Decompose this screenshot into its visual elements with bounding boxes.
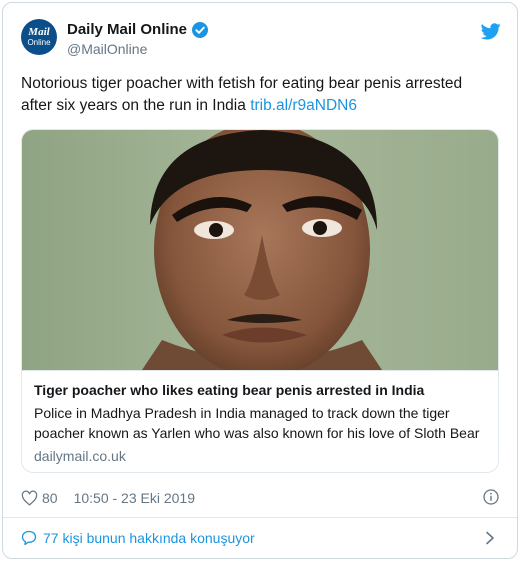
heart-icon[interactable] — [21, 490, 38, 507]
conversation-link[interactable]: 77 kişi bunun hakkında konuşuyor — [21, 527, 501, 549]
tweet-embed: Mail Online Daily Mail Online @MailOnlin… — [2, 2, 518, 559]
tweet-link[interactable]: trib.al/r9aNDN6 — [250, 97, 357, 114]
tweet-meta: 80 10:50 - 23 Eki 2019 — [21, 487, 501, 509]
twitter-bird-icon[interactable] — [481, 23, 501, 40]
card-domain: dailymail.co.uk — [34, 448, 126, 464]
avatar[interactable]: Mail Online — [21, 19, 57, 55]
card-body: Tiger poacher who likes eating bear peni… — [22, 370, 498, 472]
account-handle[interactable]: @MailOnline — [67, 41, 208, 57]
tweet-header: Mail Online Daily Mail Online @MailOnlin… — [21, 19, 501, 63]
info-icon[interactable] — [483, 489, 499, 505]
card-title: Tiger poacher who likes eating bear peni… — [34, 382, 425, 398]
link-card[interactable]: Tiger poacher who likes eating bear peni… — [21, 129, 499, 473]
account-names: Daily Mail Online @MailOnline — [67, 21, 209, 57]
like-count[interactable]: 80 — [42, 490, 58, 506]
tweet-body: Notorious tiger poacher with fetish for … — [21, 75, 463, 114]
card-photo — [22, 130, 498, 370]
chevron-right-icon[interactable] — [485, 531, 495, 545]
divider — [3, 517, 517, 518]
avatar-line1: Mail — [28, 26, 50, 38]
card-description: Police in Madhya Pradesh in India manage… — [34, 405, 480, 441]
account-name[interactable]: Daily Mail Online — [67, 21, 187, 38]
name-row: Daily Mail Online — [67, 21, 209, 38]
conversation-text[interactable]: 77 kişi bunun hakkında konuşuyor — [43, 530, 255, 546]
timestamp[interactable]: 10:50 - 23 Eki 2019 — [74, 490, 195, 506]
verified-badge-icon — [192, 21, 209, 38]
tweet-text: Notorious tiger poacher with fetish for … — [21, 73, 497, 117]
avatar-line2: Online — [27, 38, 51, 47]
speech-bubble-icon — [21, 530, 37, 546]
